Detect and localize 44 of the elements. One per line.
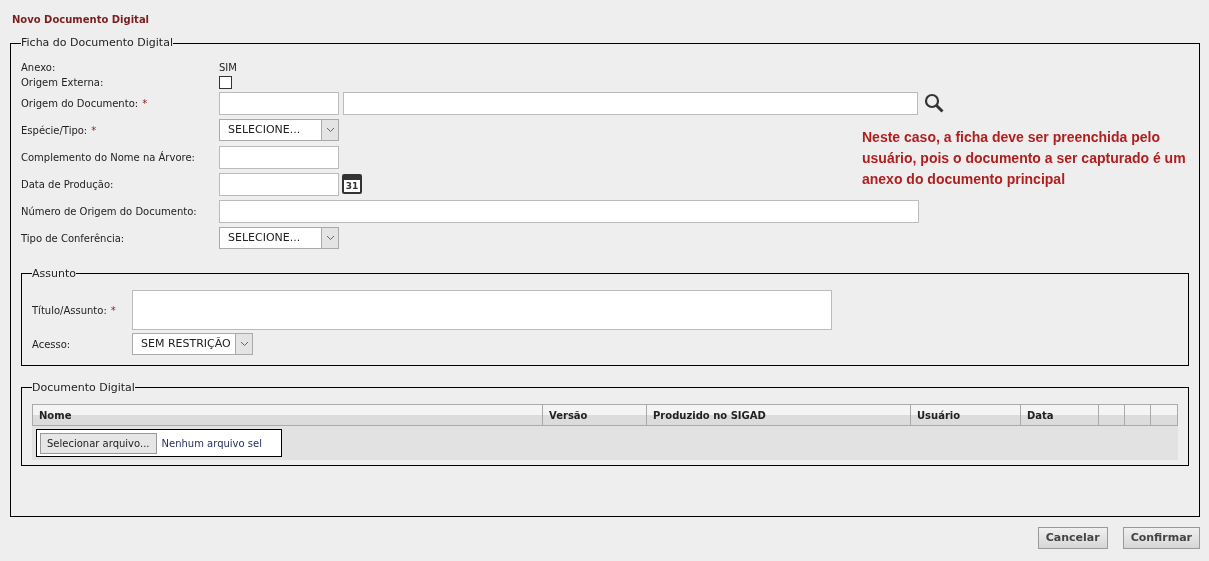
required-mark: * [110, 303, 116, 318]
column-header: Usuário [911, 405, 1021, 425]
column-header: Data [1021, 405, 1099, 425]
input-field[interactable] [219, 199, 919, 223]
caret-icon [239, 341, 249, 347]
column-header: Produzido no SIGAD [647, 405, 911, 425]
page-title: Novo Documento Digital [12, 13, 150, 27]
field-label: Origem do Documento: [21, 96, 139, 111]
select-field[interactable]: SELECIONE... [219, 119, 339, 141]
input-field[interactable] [343, 91, 918, 115]
section-title: Assunto [32, 265, 76, 282]
input-field[interactable] [219, 91, 339, 115]
choose-file-button[interactable]: Selecionar arquivo... [40, 432, 157, 454]
caret-icon [325, 235, 335, 241]
search-icon[interactable] [924, 93, 944, 113]
caret-icon [325, 127, 335, 133]
subject-textarea[interactable] [132, 290, 832, 330]
field-label: Número de Origem do Documento: [21, 204, 197, 219]
input-field[interactable] [219, 145, 339, 169]
field-label: Data de Produção: [21, 177, 114, 192]
required-mark: * [142, 96, 148, 111]
section-title: Ficha do Documento Digital [21, 35, 173, 51]
section-title: Documento Digital [32, 379, 135, 396]
attachment-value: SIM [219, 60, 237, 75]
column-header: Nome [33, 405, 543, 425]
file-field[interactable]: Selecionar arquivo... Nenhum arquivo sel [36, 429, 282, 457]
file-status: Nenhum arquivo sel [161, 436, 262, 451]
select-field[interactable]: SEM RESTRIÇÃO [132, 333, 253, 355]
input-field[interactable] [219, 172, 339, 196]
checkbox[interactable] [219, 75, 232, 89]
calendar-icon[interactable]: 31 [342, 174, 362, 194]
field-label: Origem Externa: [21, 75, 104, 90]
annotation-note: Neste caso, a ficha deve ser preenchida pelo usuário, pois o documento a ser capturado é um anexo do documento principal [862, 128, 1187, 189]
field-label: Acesso: [32, 338, 71, 350]
column-header: Versão [543, 405, 647, 425]
action-button[interactable]: Cancelar [1037, 527, 1108, 549]
field-label: Título/Assunto: [32, 303, 107, 318]
select-field[interactable]: SELECIONE... [219, 227, 339, 249]
field-label: Espécie/Tipo: [21, 123, 88, 138]
required-mark: * [91, 123, 97, 138]
action-button[interactable]: Confirmar [1122, 527, 1200, 549]
field-label: Tipo de Conferência: [21, 231, 125, 246]
field-label: Anexo: [21, 60, 56, 75]
field-label: Complemento do Nome na Árvore: [21, 150, 195, 165]
